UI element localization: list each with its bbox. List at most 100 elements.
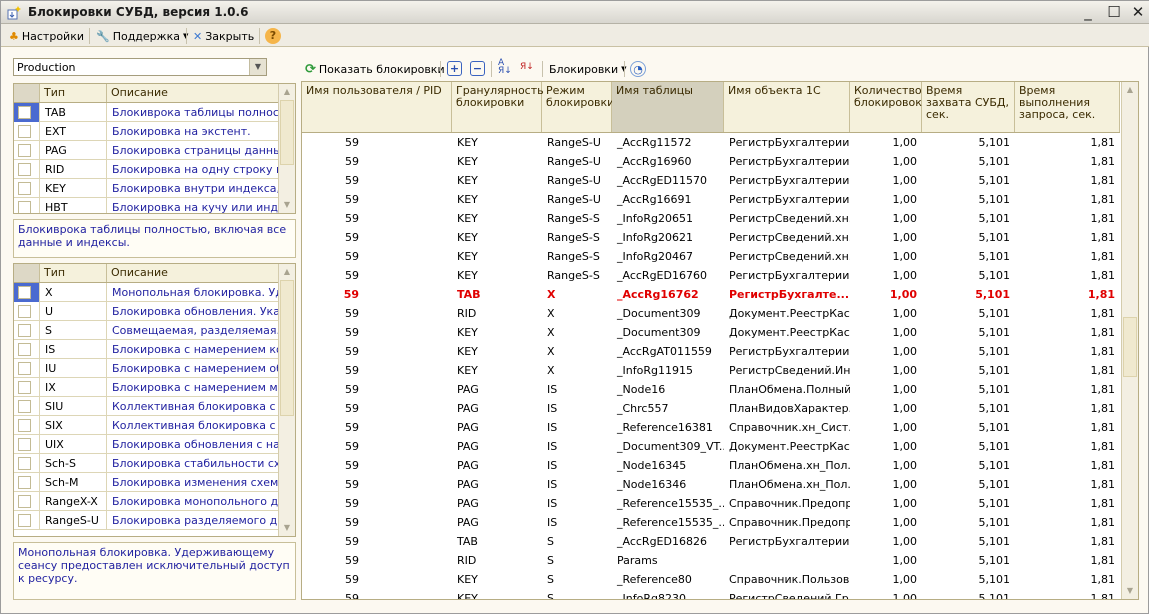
sort-descending-icon[interactable]: Я↓ [520, 59, 534, 75]
checkbox[interactable] [18, 362, 31, 375]
checkbox[interactable] [18, 182, 31, 195]
minimize-button[interactable]: _ [1079, 4, 1097, 20]
table-row[interactable]: 59 RID X _Document309 Документ.РеестрКас... 1… [302, 304, 1120, 323]
table-row[interactable]: KEY Блокировка внутри индекса, з... [14, 179, 279, 198]
header-description[interactable]: Описание [107, 264, 279, 282]
select-cell[interactable] [14, 473, 40, 492]
header-lock-count[interactable]: Количество блокировок [850, 82, 922, 132]
table-row[interactable]: Sch-M Блокировка изменения схемы... [14, 473, 279, 492]
chevron-down-icon[interactable]: ▼ [249, 59, 266, 75]
database-select[interactable]: Production ▼ [13, 58, 267, 76]
table-row[interactable]: IU Блокировка с намерением об... [14, 359, 279, 378]
select-cell[interactable] [14, 492, 40, 511]
table-row[interactable]: 59 PAG IS _Chrc557 ПланВидовХарактер... 1,00 5… [302, 399, 1120, 418]
select-cell[interactable] [14, 160, 40, 179]
table-row[interactable]: 59 KEY X _Document309 Документ.РеестрКас... 1… [302, 323, 1120, 342]
vertical-scrollbar[interactable]: ▲ ▼ [1121, 82, 1138, 599]
select-cell[interactable] [14, 283, 40, 302]
checkbox[interactable] [18, 144, 31, 157]
table-row[interactable]: RangeX-X Блокировка монопольного ди... [14, 492, 279, 511]
maximize-button[interactable]: ☐ [1105, 4, 1123, 20]
table-row[interactable]: 59 KEY X _InfoRg11915 РегистрСведений.Ин... 1… [302, 361, 1120, 380]
table-row[interactable]: 59 PAG IS _Node16 ПланОбмена.Полный... 1,00 5,… [302, 380, 1120, 399]
select-cell[interactable] [14, 359, 40, 378]
table-row[interactable]: 59 KEY RangeS-S _InfoRg20651 РегистрСведений… [302, 209, 1120, 228]
table-row[interactable]: 59 KEY X _AccRgAT011559 РегистрБухгалтерии..… [302, 342, 1120, 361]
table-row[interactable]: IS Блокировка с намерением ко... [14, 340, 279, 359]
clock-icon[interactable]: ◔ [630, 61, 646, 77]
checkbox[interactable] [18, 514, 31, 527]
header-object-name[interactable]: Имя объекта 1С [724, 82, 850, 132]
table-row[interactable]: 59 RID S Params 1,00 5,101 1,81 [302, 551, 1120, 570]
scroll-down-icon[interactable]: ▼ [279, 520, 295, 536]
sort-ascending-icon[interactable]: А Я↓ [498, 59, 512, 76]
table-row[interactable]: 59 PAG IS _Document309_VT... Документ.Реестр… [302, 437, 1120, 456]
scroll-up-icon[interactable]: ▲ [1122, 82, 1138, 98]
select-cell[interactable] [14, 179, 40, 198]
checkbox[interactable] [18, 381, 31, 394]
checkbox[interactable] [18, 125, 31, 138]
table-row[interactable]: 59 PAG IS _Reference15535_... Справочник.Пре… [302, 513, 1120, 532]
header-dbms-time[interactable]: Время захвата СУБД, сек. [922, 82, 1015, 132]
table-row[interactable]: 59 KEY RangeS-U _AccRgED11570 РегистрБухгалт… [302, 171, 1120, 190]
show-locks-button[interactable]: ⟳ Показать блокировки [305, 61, 445, 77]
table-row[interactable]: 59 PAG IS _Node16346 ПланОбмена.хн_Пол... 1,0… [302, 475, 1120, 494]
select-cell[interactable] [14, 340, 40, 359]
select-cell[interactable] [14, 198, 40, 213]
table-row[interactable]: 59 KEY RangeS-U _AccRg16960 РегистрБухгалтер… [302, 152, 1120, 171]
table-row[interactable]: 59 PAG IS _Reference16381 Справочник.хн_Сист… [302, 418, 1120, 437]
table-row[interactable]: 59 KEY RangeS-S _AccRgED16760 РегистрБухгалт… [302, 266, 1120, 285]
scrollbar-thumb[interactable] [1123, 317, 1137, 377]
help-button[interactable]: ? [265, 28, 281, 44]
locks-menu-button[interactable]: Блокировки▼ [549, 61, 626, 77]
checkbox[interactable] [18, 305, 31, 318]
table-row[interactable]: TAB Блокиврока таблицы полност... [14, 103, 279, 122]
table-row[interactable]: 59 KEY RangeS-U _AccRg16691 РегистрБухгалтер… [302, 190, 1120, 209]
checkbox[interactable] [18, 163, 31, 176]
vertical-scrollbar[interactable]: ▲ ▼ [278, 84, 295, 213]
table-row[interactable]: RID Блокировка на одну строку в ... [14, 160, 279, 179]
select-cell[interactable] [14, 321, 40, 340]
table-row[interactable]: UIX Блокировка обновления с нам... [14, 435, 279, 454]
header-table-name[interactable]: Имя таблицы [612, 82, 724, 132]
table-row[interactable]: 59 KEY RangeS-S _InfoRg20467 РегистрСведений… [302, 247, 1120, 266]
table-row[interactable]: 59 PAG IS _Node16345 ПланОбмена.хн_Пол... 1,0… [302, 456, 1120, 475]
table-row[interactable]: 59 TAB S _AccRgED16826 РегистрБухгалтерии...… [302, 532, 1120, 551]
checkbox[interactable] [18, 438, 31, 451]
scroll-down-icon[interactable]: ▼ [279, 197, 295, 213]
header-type[interactable]: Тип [40, 264, 107, 282]
table-row[interactable]: PAG Блокировка страницы данных... [14, 141, 279, 160]
table-row[interactable]: SIU Коллективная блокировка с н... [14, 397, 279, 416]
select-cell[interactable] [14, 511, 40, 530]
table-row[interactable]: 59 KEY S _Reference80 Справочник.Пользов... 1… [302, 570, 1120, 589]
collapse-minus-icon[interactable]: − [470, 61, 485, 76]
table-row[interactable]: Sch-S Блокировка стабильности схе... [14, 454, 279, 473]
select-cell[interactable] [14, 378, 40, 397]
select-cell[interactable] [14, 397, 40, 416]
table-row[interactable]: 59 PAG IS _Reference15535_... Справочник.Пре… [302, 494, 1120, 513]
select-cell[interactable] [14, 416, 40, 435]
checkbox[interactable] [18, 286, 31, 299]
select-cell[interactable] [14, 103, 40, 122]
header-pid[interactable]: Имя пользователя / PID [302, 82, 452, 132]
select-cell[interactable] [14, 122, 40, 141]
vertical-scrollbar[interactable]: ▲ ▼ [278, 264, 295, 536]
table-row[interactable]: 59 TAB X _AccRg16762 РегистрБухгалте... 1,00 5… [302, 285, 1120, 304]
close-button[interactable]: ✕ Закрыть [193, 28, 254, 44]
support-button[interactable]: 🔧Поддержка▼ [96, 28, 188, 44]
checkbox[interactable] [18, 400, 31, 413]
select-cell[interactable] [14, 302, 40, 321]
select-cell[interactable] [14, 454, 40, 473]
table-row[interactable]: HBT Блокировка на кучу или индек... [14, 198, 279, 213]
table-row[interactable]: 59 KEY S _InfoRg8230 РегистрСведений.Гр... 1,… [302, 589, 1120, 599]
header-query-time[interactable]: Время выполнения запроса, сек. [1015, 82, 1120, 132]
header-type[interactable]: Тип [40, 84, 107, 102]
checkbox[interactable] [18, 343, 31, 356]
table-row[interactable]: IX Блокировка с намерением мо... [14, 378, 279, 397]
select-cell[interactable] [14, 141, 40, 160]
expand-plus-icon[interactable]: + [447, 61, 462, 76]
header-mode[interactable]: Режим блокировки [542, 82, 614, 132]
checkbox[interactable] [18, 324, 31, 337]
table-row[interactable]: S Совмещаемая, разделяемая... [14, 321, 279, 340]
checkbox[interactable] [18, 419, 31, 432]
